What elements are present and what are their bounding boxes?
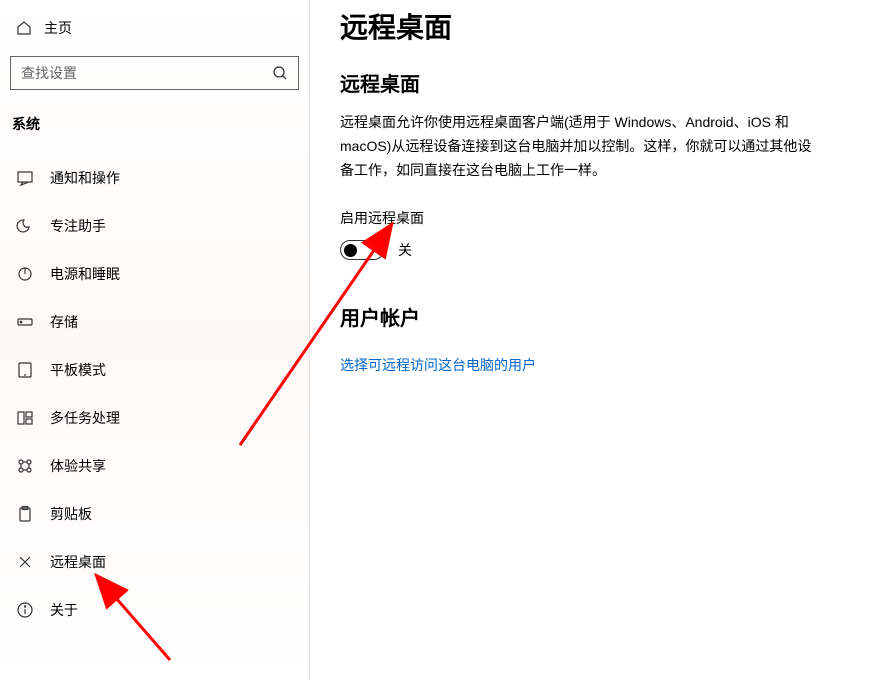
sidebar-item-clipboard[interactable]: 剪贴板 [8,490,301,538]
sidebar-item-shared-experiences[interactable]: 体验共享 [8,442,301,490]
section-title-remote: 远程桌面 [340,68,846,97]
page-title: 远程桌面 [340,6,846,46]
home-label: 主页 [44,18,72,38]
section-title-user-accounts: 用户帐户 [340,302,846,331]
remote-icon [16,553,34,571]
search-box[interactable] [10,56,299,90]
moon-icon [16,217,34,235]
toggle-state-text: 关 [398,240,412,260]
toggle-label: 启用远程桌面 [340,208,846,228]
nav-label: 电源和睡眠 [50,264,120,284]
toggle-knob [344,244,357,257]
nav-label: 远程桌面 [50,552,106,572]
nav-label: 通知和操作 [50,168,120,188]
category-label: 系统 [8,108,301,154]
nav-label: 体验共享 [50,456,106,476]
sidebar-item-multitasking[interactable]: 多任务处理 [8,394,301,442]
nav-label: 专注助手 [50,216,106,236]
sidebar-item-notifications[interactable]: 通知和操作 [8,154,301,202]
sidebar-item-tablet-mode[interactable]: 平板模式 [8,346,301,394]
nav-label: 平板模式 [50,360,106,380]
tablet-icon [16,361,34,379]
home-icon [16,20,32,36]
storage-icon [16,313,34,331]
nav-list: 通知和操作 专注助手 电源和睡眠 存储 [8,154,301,634]
notification-icon [16,169,34,187]
sidebar-item-focus-assist[interactable]: 专注助手 [8,202,301,250]
nav-label: 关于 [50,600,78,620]
enable-remote-toggle[interactable] [340,240,384,260]
sidebar: 主页 系统 通知和操作 专注助手 [0,0,310,680]
multitask-icon [16,409,34,427]
description-text: 远程桌面允许你使用远程桌面客户端(适用于 Windows、Android、iOS… [340,111,820,182]
sidebar-item-storage[interactable]: 存储 [8,298,301,346]
search-icon [272,65,288,81]
sidebar-item-power-sleep[interactable]: 电源和睡眠 [8,250,301,298]
select-users-link[interactable]: 选择可远程访问这台电脑的用户 [340,357,536,373]
nav-label: 剪贴板 [50,504,92,524]
power-icon [16,265,34,283]
home-button[interactable]: 主页 [8,10,301,46]
share-icon [16,457,34,475]
clipboard-icon [16,505,34,523]
nav-label: 多任务处理 [50,408,120,428]
search-input[interactable] [21,65,272,81]
about-icon [16,601,34,619]
main-content: 远程桌面 远程桌面 远程桌面允许你使用远程桌面客户端(适用于 Windows、A… [310,0,876,680]
sidebar-item-about[interactable]: 关于 [8,586,301,634]
nav-label: 存储 [50,312,78,332]
sidebar-item-remote-desktop[interactable]: 远程桌面 [8,538,301,586]
